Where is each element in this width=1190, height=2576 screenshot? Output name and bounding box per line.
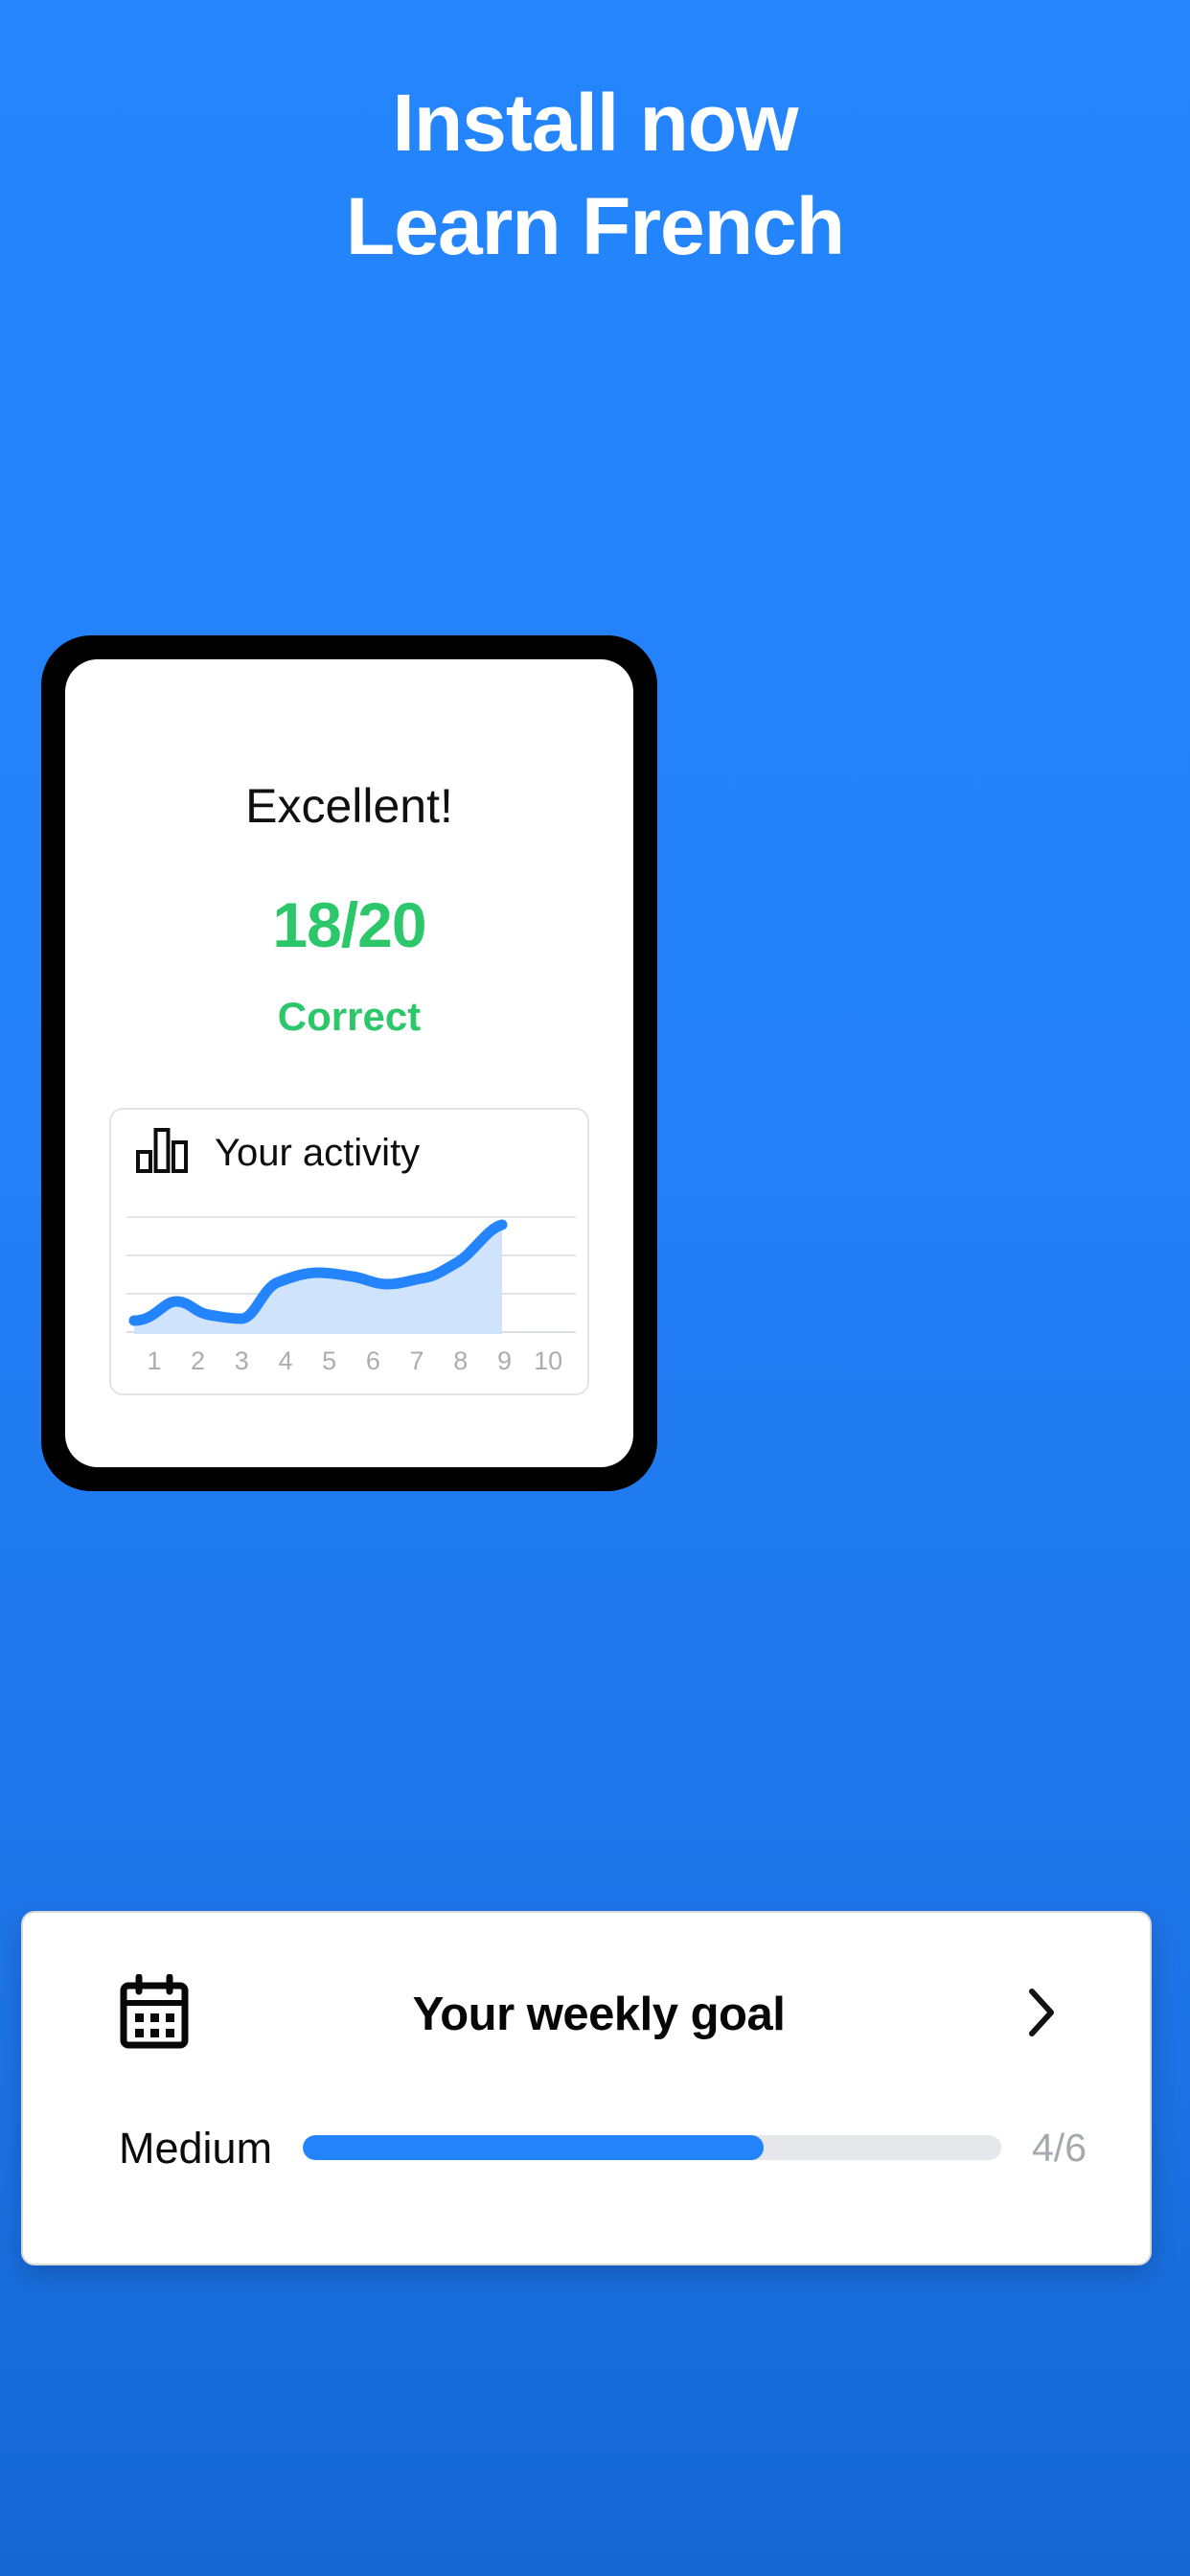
calendar-icon (119, 1973, 190, 2056)
weekly-goal-title: Your weekly goal (412, 1988, 786, 2040)
x-tick: 6 (365, 1346, 380, 1375)
goal-progress-fill (303, 2135, 765, 2160)
result-title: Excellent! (245, 779, 453, 833)
chart-area-fill (134, 1225, 502, 1334)
x-tick: 4 (278, 1346, 293, 1375)
x-tick: 3 (234, 1346, 249, 1375)
bar-chart-icon (136, 1127, 188, 1178)
chevron-right-icon[interactable] (1025, 1986, 1058, 2044)
goal-progress-bar (303, 2135, 1001, 2160)
x-tick: 8 (453, 1346, 469, 1375)
goal-level-label: Medium (119, 2123, 273, 2173)
x-tick: 10 (534, 1346, 563, 1375)
score-value: 18/20 (272, 889, 426, 960)
activity-card-title: Your activity (215, 1131, 421, 1174)
score-label: Correct (277, 994, 422, 1039)
weekly-goal-progress-row: Medium 4/6 (119, 2114, 1087, 2181)
activity-card[interactable]: Your activity 1 2 3 4 5 6 7 8 9 10 (109, 1108, 589, 1395)
chart-x-axis: 1 2 3 4 5 6 7 8 9 10 (126, 1344, 576, 1378)
page-title: Install now Learn French (0, 82, 1190, 266)
x-tick: 2 (191, 1346, 206, 1375)
activity-card-header: Your activity (136, 1127, 420, 1178)
goal-count-label: 4/6 (1032, 2125, 1087, 2170)
weekly-goal-header[interactable]: Your weekly goal (119, 1972, 1058, 2057)
phone-mockup-frame: Excellent! 18/20 Correct Your activity 1… (41, 635, 657, 1491)
x-tick: 7 (409, 1346, 424, 1375)
headline-line-2: Learn French (345, 181, 845, 271)
x-tick: 5 (322, 1346, 337, 1375)
x-tick: 1 (147, 1346, 162, 1375)
activity-chart (126, 1213, 576, 1336)
weekly-goal-card[interactable]: Your weekly goal Medium 4/6 (21, 1911, 1152, 2266)
phone-screen: Excellent! 18/20 Correct Your activity 1… (65, 659, 633, 1467)
headline-line-1: Install now (392, 78, 798, 168)
x-tick: 9 (496, 1346, 512, 1375)
